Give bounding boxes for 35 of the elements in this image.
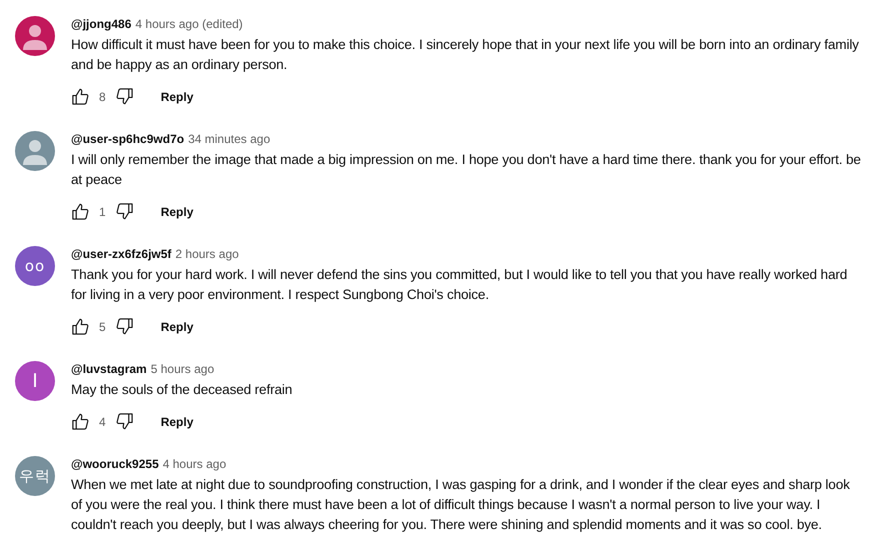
author-name[interactable]: @user-sp6hc9wd7o: [71, 132, 184, 146]
comment-text: How difficult it must have been for you to make this choice. I sincerely hope that in your next life you will be born into an ordinary family and be happy as an ordinary person.: [71, 36, 860, 74]
reply-button[interactable]: Reply: [160, 90, 194, 104]
comment-time[interactable]: 4 hours ago: [162, 457, 226, 471]
thumbs-down-icon[interactable]: [114, 412, 134, 431]
reply-button[interactable]: Reply: [160, 414, 194, 428]
like-count: 4: [99, 414, 106, 428]
thumbs-up-icon[interactable]: [71, 202, 90, 221]
thumbs-up-icon[interactable]: [71, 87, 90, 106]
reply-button[interactable]: Reply: [160, 320, 194, 334]
thumbs-up-icon[interactable]: [71, 412, 90, 431]
comment-text: When we met late at night due to soundproofing construction, I was gasping for a drink, and I wonder if the clear eyes and sharp look of you were the real you. I think there must have been a lot of difficult things because I wasn't a normal person to live your way. I couldn't reach you deeply, but I was always cheering for you. There were shining and splendid moments and it was so cool. bye.: [71, 476, 851, 534]
thumbs-down-icon[interactable]: [114, 317, 134, 336]
thumbs-down-icon[interactable]: [114, 202, 134, 221]
reply-button[interactable]: Reply: [160, 204, 194, 218]
avatar[interactable]: I: [15, 361, 55, 401]
comment-text: May the souls of the deceased refrain: [71, 381, 294, 399]
comment-text: I will only remember the image that made a big impression on me. I hope you don't have a hard time there. thank you for your effort. be at peace: [71, 151, 862, 189]
avatar-icon[interactable]: [15, 131, 55, 171]
like-count: 5: [99, 320, 106, 334]
comment-time[interactable]: 34 minutes ago: [188, 132, 270, 146]
thumbs-down-icon[interactable]: [114, 87, 134, 106]
like-count: 8: [99, 90, 106, 104]
like-count: 1: [99, 204, 106, 218]
author-name[interactable]: @user-zx6fz6jw5f: [71, 247, 172, 261]
comment-time[interactable]: 4 hours ago (edited): [135, 17, 243, 31]
comment-time[interactable]: 2 hours ago: [175, 247, 239, 261]
author-name[interactable]: @wooruck9255: [71, 457, 159, 471]
comment-text: Thank you for your hard work. I will never defend the sins you committed, but I would like to tell you that you have really worked hard for living in a very poor environment. I respect Sungbong Choi's choice.: [71, 266, 848, 304]
author-name[interactable]: @luvstagram: [71, 362, 147, 376]
author-name[interactable]: @jjong486: [71, 17, 132, 31]
thumbs-up-icon[interactable]: [71, 317, 90, 336]
avatar-icon[interactable]: [15, 16, 55, 56]
comment-time[interactable]: 5 hours ago: [150, 362, 214, 376]
avatar[interactable]: oo: [15, 246, 55, 286]
